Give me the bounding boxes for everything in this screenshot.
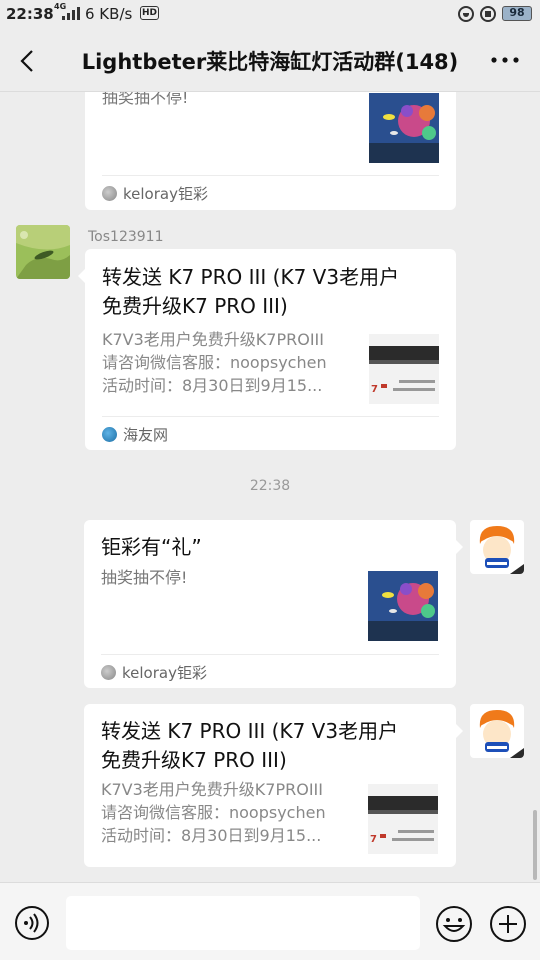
battery-icon: 98 [502,6,532,21]
message-timestamp: 22:38 [249,478,291,494]
message-input[interactable] [66,896,420,950]
card-source-label: keloray钜彩 [123,185,208,203]
keloray-logo-icon [102,186,117,201]
card-divider [102,175,439,176]
sender-name: Tos123911 [88,229,164,245]
chat-message-list[interactable]: 抽奖抽不停! keloray钜彩 Tos123911 转发送 K7 PRO II… [0,92,540,882]
avatar[interactable] [470,704,524,758]
card-thumbnail [369,93,439,163]
card-divider [101,654,439,655]
card-source: 海友网 [102,424,168,445]
status-time: 22:38 [6,5,54,23]
card-description: 抽奖抽不停! [102,92,189,107]
svg-text:7: 7 [370,834,377,845]
card-title: 钜彩有“礼” [101,535,202,559]
link-card-message[interactable]: 转发送 K7 PRO III (K7 V3老用户 免费升级K7 PRO III)… [84,704,463,867]
link-card-message[interactable]: 抽奖抽不停! keloray钜彩 [85,92,456,210]
card-divider [102,416,439,417]
card-source: keloray钜彩 [102,183,208,204]
status-bar: 22:38 4G 6 KB/s HD 98 [0,0,540,28]
voice-icon[interactable] [14,905,50,941]
card-title: 转发送 K7 PRO III (K7 V3老用户 免费升级K7 PRO III) [101,719,399,772]
signal-icon [62,6,80,20]
emoji-icon[interactable] [435,905,473,943]
hd-icon: HD [140,6,160,20]
card-source-label: 海友网 [123,426,169,444]
more-options-icon[interactable] [490,50,520,70]
avatar[interactable] [470,520,524,574]
keloray-logo-icon [101,665,116,680]
haiyou-logo-icon [102,427,117,442]
card-description: 抽奖抽不停! [101,568,188,587]
card-thumbnail [368,571,438,641]
svg-text:7: 7 [371,384,378,395]
scrollbar[interactable] [533,810,537,880]
card-source-label: keloray钜彩 [122,664,207,682]
card-thumbnail: 7 [369,334,439,404]
card-description: K7V3老用户免费升级K7PROIII 请咨询微信客服：noopsychen 活… [101,780,326,845]
link-card-message[interactable]: 钜彩有“礼” 抽奖抽不停! keloray钜彩 [84,520,463,688]
card-title: 转发送 K7 PRO III (K7 V3老用户 免费升级K7 PRO III) [102,265,400,318]
card-description: K7V3老用户免费升级K7PROIII 请咨询微信客服：noopsychen 活… [102,330,327,395]
link-card-message[interactable]: 转发送 K7 PRO III (K7 V3老用户 免费升级K7 PRO III)… [78,249,456,450]
card-thumbnail: 7 [368,784,438,854]
card-source: keloray钜彩 [101,662,207,683]
chat-title: Lightbeter莱比特海缸灯活动群(148) [81,50,459,74]
avatar[interactable] [16,225,70,279]
plus-icon[interactable] [489,905,527,943]
chat-header: Lightbeter莱比特海缸灯活动群(148) [0,28,540,92]
network-speed: 6 KB/s [85,5,133,23]
message-input-bar [0,882,540,960]
data-saver-icon [458,6,474,22]
lock-icon [480,6,496,22]
back-arrow-icon[interactable] [14,46,44,76]
